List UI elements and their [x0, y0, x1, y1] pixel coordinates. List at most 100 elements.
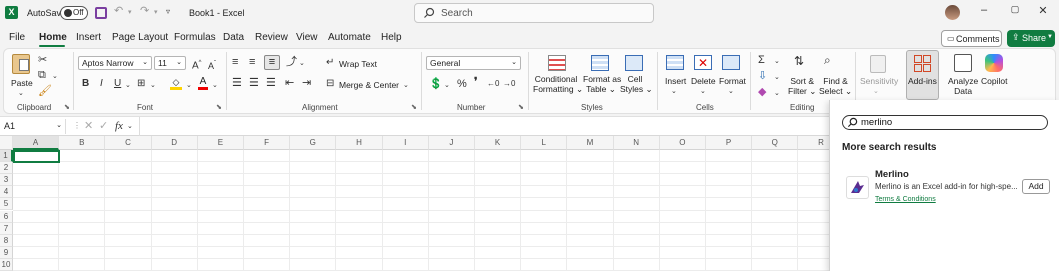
cancel-icon[interactable]: ✕: [84, 120, 93, 132]
format-cells-button[interactable]: Format: [719, 76, 746, 86]
addin-name[interactable]: Merlino: [875, 169, 909, 180]
fill-color-dropdown-icon[interactable]: ⌄: [186, 80, 192, 92]
column-header-q[interactable]: Q: [752, 136, 799, 150]
clear-dropdown-icon[interactable]: ⌄: [774, 88, 780, 100]
fill-icon[interactable]: ⇩: [758, 70, 767, 82]
autosum-icon[interactable]: Σ: [758, 54, 765, 66]
column-header-j[interactable]: J: [428, 136, 475, 150]
add-addin-button[interactable]: Add: [1022, 179, 1050, 194]
autosum-dropdown-icon[interactable]: ⌄: [774, 56, 780, 68]
accounting-dropdown-icon[interactable]: ⌄: [444, 80, 450, 92]
align-right-icon[interactable]: ☰: [266, 77, 276, 89]
close-icon[interactable]: ✕: [1033, 4, 1053, 17]
comments-button[interactable]: ▭ Comments: [941, 30, 1002, 47]
percent-style-icon[interactable]: %: [457, 78, 467, 90]
clipboard-launcher-icon[interactable]: ⬊: [64, 103, 70, 111]
borders-icon[interactable]: ⊞: [137, 78, 145, 90]
decrease-indent-icon[interactable]: ⇤: [285, 77, 294, 89]
formula-input[interactable]: [139, 117, 831, 136]
increase-indent-icon[interactable]: ⇥: [302, 77, 311, 89]
alignment-launcher-icon[interactable]: ⬊: [411, 103, 417, 111]
row-header-1[interactable]: 1: [0, 150, 13, 162]
row-header-4[interactable]: 4: [0, 186, 13, 199]
decrease-decimal-icon[interactable]: →0: [503, 78, 515, 90]
merge-dropdown-icon[interactable]: ⌄: [403, 80, 409, 92]
column-header-c[interactable]: C: [105, 136, 152, 150]
insert-cells-button[interactable]: Insert: [665, 76, 686, 86]
column-header-d[interactable]: D: [151, 136, 198, 150]
format-dropdown-icon[interactable]: ⌄: [728, 86, 734, 98]
bold-icon[interactable]: B: [82, 78, 89, 90]
row-header-10[interactable]: 10: [0, 258, 13, 271]
increase-font-size-icon[interactable]: A^: [192, 57, 202, 72]
column-header-r[interactable]: R: [798, 136, 830, 150]
analyze-data-button[interactable]: Analyze Data: [948, 76, 978, 96]
search-input[interactable]: Search: [414, 3, 654, 23]
paste-dropdown-icon[interactable]: ⌄: [18, 88, 24, 100]
tab-view[interactable]: View: [296, 32, 318, 43]
underline-dropdown-icon[interactable]: ⌄: [125, 80, 131, 92]
row-header-7[interactable]: 7: [0, 222, 13, 235]
tab-home[interactable]: Home: [39, 32, 67, 43]
avatar[interactable]: [945, 5, 960, 20]
tab-review[interactable]: Review: [255, 32, 288, 43]
column-header-k[interactable]: K: [475, 136, 522, 150]
merge-center-button[interactable]: Merge & Center: [339, 80, 399, 90]
addin-search-input[interactable]: merlino: [842, 115, 1048, 130]
row-header-5[interactable]: 5: [0, 198, 13, 211]
comma-style-icon[interactable]: ❜: [474, 76, 478, 88]
save-icon[interactable]: [95, 7, 107, 19]
cell-styles-button[interactable]: Cell Styles ⌄: [620, 74, 653, 94]
row-header-9[interactable]: 9: [0, 246, 13, 259]
column-header-g[interactable]: G: [290, 136, 337, 150]
tab-automate[interactable]: Automate: [328, 32, 371, 43]
copilot-button[interactable]: Copilot: [981, 76, 1007, 86]
redo-icon[interactable]: ↷: [140, 5, 149, 17]
column-header-n[interactable]: N: [613, 136, 660, 150]
redo-dropdown-icon[interactable]: ▾: [154, 7, 158, 19]
align-left-icon[interactable]: ☰: [232, 77, 242, 89]
conditional-formatting-button[interactable]: Conditional Formatting ⌄: [533, 74, 583, 94]
tab-help[interactable]: Help: [381, 32, 402, 43]
maximize-icon[interactable]: ▢: [1005, 4, 1025, 15]
sort-filter-button[interactable]: Sort & Filter ⌄: [788, 76, 816, 96]
copy-icon[interactable]: ⧉: [38, 69, 46, 81]
sensitivity-dropdown-icon[interactable]: ⌄: [873, 86, 879, 98]
enter-icon[interactable]: ✓: [99, 120, 108, 132]
minimize-icon[interactable]: –: [974, 4, 994, 16]
tab-insert[interactable]: Insert: [76, 32, 101, 43]
delete-cells-button[interactable]: Delete: [691, 76, 716, 86]
orientation-dropdown-icon[interactable]: ⌄: [299, 58, 305, 70]
column-header-f[interactable]: F: [244, 136, 291, 150]
decrease-font-size-icon[interactable]: Aˇ: [208, 58, 216, 72]
tab-page-layout[interactable]: Page Layout: [112, 32, 168, 43]
find-select-button[interactable]: Find & Select ⌄: [819, 76, 852, 96]
wrap-text-button[interactable]: Wrap Text: [339, 59, 377, 69]
number-format-select[interactable]: General ⌄: [426, 56, 521, 70]
column-header-p[interactable]: P: [706, 136, 753, 150]
borders-dropdown-icon[interactable]: ⌄: [150, 80, 156, 92]
cut-icon[interactable]: ✂: [38, 54, 47, 66]
font-name-select[interactable]: Aptos Narrow ⌄: [78, 56, 152, 70]
sensitivity-button[interactable]: Sensitivity: [860, 76, 898, 86]
terms-conditions-link[interactable]: Terms & Conditions: [875, 196, 936, 203]
increase-decimal-icon[interactable]: ←0: [487, 78, 499, 90]
align-middle-icon[interactable]: ≡: [249, 56, 255, 68]
row-header-8[interactable]: 8: [0, 234, 13, 247]
fill-dropdown-icon[interactable]: ⌄: [774, 72, 780, 84]
column-header-l[interactable]: L: [521, 136, 568, 150]
tab-data[interactable]: Data: [223, 32, 244, 43]
align-bottom-icon[interactable]: ≡: [264, 55, 280, 70]
insert-dropdown-icon[interactable]: ⌄: [671, 86, 677, 98]
font-color-icon[interactable]: A: [198, 76, 208, 90]
column-header-a[interactable]: A: [13, 136, 60, 150]
paste-button[interactable]: Paste: [11, 78, 33, 88]
tab-formulas[interactable]: Formulas: [174, 32, 216, 43]
font-color-dropdown-icon[interactable]: ⌄: [212, 80, 218, 92]
font-size-select[interactable]: 11 ⌄: [154, 56, 186, 70]
customize-quick-access-icon[interactable]: ▿: [166, 6, 170, 18]
font-launcher-icon[interactable]: ⬊: [216, 103, 222, 111]
column-header-m[interactable]: M: [567, 136, 614, 150]
fill-color-icon[interactable]: ◇: [170, 77, 182, 90]
share-button[interactable]: ⇪ Share ▼: [1007, 30, 1055, 47]
